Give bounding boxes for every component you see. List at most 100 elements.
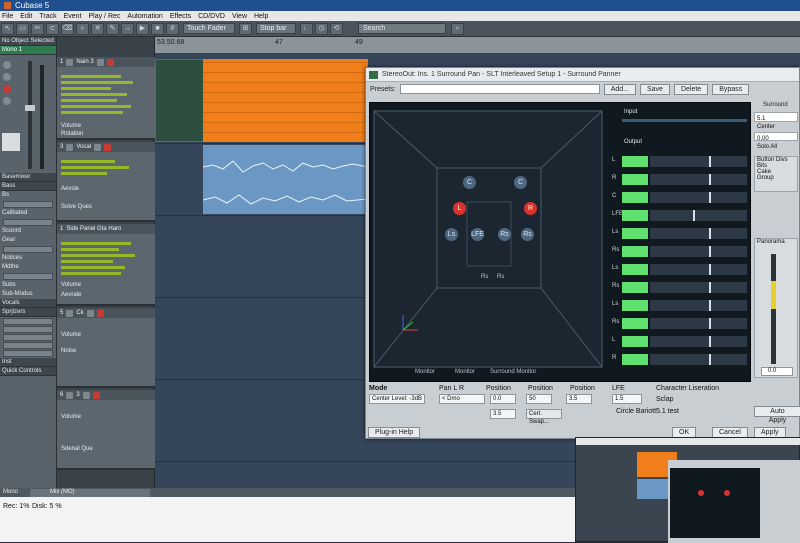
menu-effects[interactable]: Effects	[170, 13, 191, 20]
section-basemixer[interactable]: Basemixer	[0, 173, 56, 182]
position-field[interactable]: 0.0	[490, 394, 516, 404]
surround-panner-window[interactable]: StereoOut: Ins. 1 Surround Pan - SLT Int…	[365, 67, 800, 439]
monitor-label[interactable]: Monitor	[455, 369, 475, 375]
channel-slider[interactable]	[650, 210, 747, 221]
auto-apply-button[interactable]: Auto Apply	[754, 406, 800, 424]
monitor-icon[interactable]	[3, 97, 11, 105]
solo-icon[interactable]	[94, 143, 102, 151]
channel-slider[interactable]	[650, 264, 747, 275]
speaker-c-icon[interactable]: C	[463, 176, 476, 189]
grid-icon[interactable]: #	[166, 22, 179, 35]
metronome-icon[interactable]: ◷	[315, 22, 328, 35]
channel-slider-handle[interactable]	[709, 156, 711, 167]
section-vocals[interactable]: Vocals	[0, 299, 56, 308]
extra-field[interactable]: 3.5	[490, 409, 516, 419]
menu-help[interactable]: Help	[254, 13, 268, 20]
menu-edit[interactable]: Edit	[20, 13, 32, 20]
channel-slider[interactable]	[650, 192, 747, 203]
channel-slider-handle[interactable]	[709, 228, 711, 239]
speaker-lfe-icon[interactable]: LFE	[471, 228, 484, 241]
track-name[interactable]: Ck	[76, 308, 83, 318]
arrow-tool-icon[interactable]: ↖	[1, 22, 14, 35]
option-circle-bariott[interactable]: Circle Bariott	[616, 408, 656, 415]
channel-slider-handle[interactable]	[709, 354, 711, 365]
speaker-ls-icon[interactable]: Ls	[445, 228, 458, 241]
channel-slider-handle[interactable]	[709, 264, 711, 275]
position-field[interactable]: 3.5	[566, 394, 592, 404]
option-sclap[interactable]: Sclap	[656, 396, 674, 403]
section-bass[interactable]: Bass	[0, 182, 56, 191]
section-quick-controls[interactable]: Quick Controls	[0, 367, 56, 376]
track-4[interactable]: 5 Ck Volume Noise	[57, 308, 155, 388]
inspector-field[interactable]	[3, 318, 53, 325]
section-sprjizers[interactable]: Sprjizers	[0, 308, 56, 317]
mute-icon[interactable]	[66, 391, 74, 399]
inspector-track-name[interactable]: Mono 1	[0, 46, 56, 55]
panorama-value[interactable]: 0.0	[761, 367, 793, 376]
touch-mode-select[interactable]: Touch Fader	[183, 23, 235, 34]
menu-event[interactable]: Event	[64, 13, 82, 20]
channel-slider[interactable]	[650, 300, 747, 311]
solo-icon[interactable]	[86, 309, 94, 317]
surround-select[interactable]: 5.1	[754, 112, 798, 122]
section-inst[interactable]: Inst	[0, 358, 56, 367]
channel-slider[interactable]	[650, 228, 747, 239]
menu-automation[interactable]: Automation	[127, 13, 162, 20]
channel-slider[interactable]	[650, 336, 747, 347]
track-3[interactable]: 1 Side Panel Gta Haro Volume Aevrale	[57, 224, 155, 306]
draw-icon[interactable]: ✎	[106, 22, 119, 35]
surround-monitor-label[interactable]: Surround Monitor	[490, 369, 536, 375]
channel-slider-handle[interactable]	[709, 192, 711, 203]
record-icon[interactable]	[92, 391, 100, 399]
snap-icon[interactable]: ⊞	[239, 22, 252, 35]
solo-icon[interactable]	[3, 73, 11, 81]
solo-icon[interactable]	[82, 391, 90, 399]
track-1[interactable]: 1 Nain 3 Volume Rotation	[57, 57, 155, 140]
channel-slider[interactable]	[650, 282, 747, 293]
inspector-field[interactable]	[3, 350, 53, 357]
track-2[interactable]: 3 Vocal Aevsle Solve Ques	[57, 142, 155, 222]
channel-slider[interactable]	[650, 318, 747, 329]
panorama-fader-level[interactable]	[771, 281, 776, 309]
delete-preset-button[interactable]: Delete	[673, 83, 709, 95]
menu-track[interactable]: Track	[39, 13, 56, 20]
selected-part[interactable]	[155, 59, 204, 142]
menu-view[interactable]: View	[232, 13, 247, 20]
option-group[interactable]: Group	[755, 175, 797, 181]
add-preset-button[interactable]: Add...	[603, 83, 636, 95]
audio-part[interactable]	[202, 145, 369, 214]
channel-slider-handle[interactable]	[709, 300, 711, 311]
snap-select[interactable]: Stop bar	[256, 23, 296, 34]
inspector-field[interactable]	[3, 273, 53, 280]
record-icon[interactable]	[104, 143, 112, 151]
time-warp-icon[interactable]: ↔	[121, 22, 134, 35]
panorama-fader-slot[interactable]	[771, 254, 776, 364]
channel-slider[interactable]	[650, 246, 747, 257]
bottom-field[interactable]: Mix (MO)	[30, 489, 150, 497]
inspector-field[interactable]	[3, 246, 53, 253]
menu-cd-dvd[interactable]: CD/DVD	[198, 13, 225, 20]
track-name[interactable]: Side Panel Gta Haro	[66, 224, 121, 234]
scissors-icon[interactable]: ✂	[31, 22, 44, 35]
volume-fader[interactable]	[25, 105, 35, 111]
track-name[interactable]: Vocal	[76, 142, 91, 152]
channel-slider-handle[interactable]	[709, 282, 711, 293]
plugin-help-button[interactable]: Plug-in Help	[368, 427, 421, 438]
channel-slider-handle[interactable]	[709, 246, 711, 257]
inspector-field[interactable]	[3, 326, 53, 333]
track-name[interactable]: Nain 3	[76, 57, 93, 67]
option-5-1-test[interactable]: 5.1 test	[656, 408, 679, 415]
range-tool-icon[interactable]: ▭	[16, 22, 29, 35]
speaker-l-icon[interactable]: L	[453, 202, 466, 215]
channel-slider-handle[interactable]	[709, 174, 711, 185]
mute-icon[interactable]	[66, 58, 74, 66]
midi-part[interactable]	[203, 59, 368, 142]
save-preset-button[interactable]: Save	[639, 83, 670, 95]
channel-slider[interactable]	[650, 156, 747, 167]
menu-file[interactable]: File	[2, 13, 13, 20]
inspector-field[interactable]	[3, 219, 53, 226]
speaker-r-icon[interactable]: R	[524, 202, 537, 215]
center-field[interactable]: 0.00	[754, 132, 798, 142]
speaker-rs-icon[interactable]: Rs	[521, 228, 534, 241]
record-icon[interactable]	[106, 58, 114, 66]
